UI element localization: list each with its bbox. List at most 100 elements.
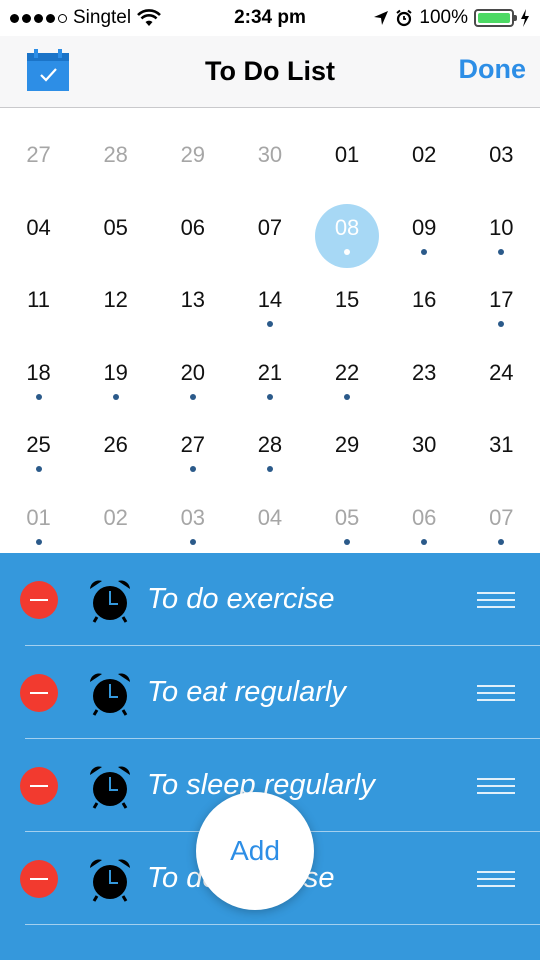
event-indicator-dot (498, 321, 505, 327)
calendar-day[interactable]: 27 (154, 400, 231, 473)
event-indicator-dot (112, 393, 119, 400)
calendar-day[interactable]: 24 (463, 328, 540, 401)
task-row[interactable]: To do exercise (0, 553, 540, 646)
calendar-day[interactable]: 05 (309, 473, 386, 546)
calendar-day-number: 02 (103, 504, 128, 530)
calendar-day[interactable]: 17 (463, 255, 540, 328)
calendar-day[interactable]: 18 (0, 328, 77, 401)
calendar-day[interactable]: 28 (77, 110, 154, 183)
task-row[interactable]: To eat regularly (0, 646, 540, 739)
status-left: Singtel (10, 7, 162, 29)
calendar-day[interactable]: 16 (386, 255, 463, 328)
calendar-day-number: 02 (411, 142, 437, 167)
delete-task-button[interactable] (20, 580, 58, 619)
calendar-day[interactable]: 06 (386, 473, 463, 546)
reorder-handle-icon[interactable] (477, 684, 515, 701)
calendar-day[interactable]: 28 (231, 400, 308, 473)
calendar-day[interactable]: 22 (309, 328, 386, 401)
calendar-day-number: 27 (180, 432, 206, 457)
calendar-day[interactable]: 25 (0, 400, 77, 473)
delete-task-button[interactable] (20, 673, 58, 712)
calendar-day[interactable]: 23 (386, 328, 463, 401)
calendar-day[interactable]: 13 (154, 255, 231, 328)
alarm-clock-icon[interactable] (87, 670, 133, 716)
calendar-day[interactable]: 01 (0, 473, 77, 546)
calendar-day[interactable]: 10 (463, 183, 540, 256)
calendar-day-number: 29 (180, 142, 206, 167)
delete-task-button[interactable] (20, 766, 58, 805)
alarm-clock-icon[interactable] (87, 577, 133, 623)
event-indicator-dot (266, 321, 273, 327)
event-indicator-dot (344, 538, 351, 545)
calendar-day[interactable]: 07 (463, 473, 540, 546)
calendar-day-number: 08 (334, 214, 360, 240)
calendar-day-number: 22 (334, 359, 360, 385)
calendar-day[interactable]: 30 (231, 110, 308, 183)
calendar-day[interactable]: 14 (231, 255, 308, 328)
calendar-grid: 27 28 29 30 01 02 03 04 05 06 07 08 09 10 11 12 13 14 15 16… (0, 110, 540, 553)
calendar-day[interactable]: 21 (231, 328, 308, 401)
calendar-day-number: 07 (489, 504, 514, 530)
calendar-day-number: 05 (103, 214, 128, 240)
alarm-clock-icon[interactable] (87, 763, 133, 809)
calendar-day-number: 05 (334, 504, 360, 530)
alarm-clock-icon[interactable] (87, 856, 133, 902)
calendar-day[interactable]: 30 (386, 400, 463, 473)
calendar-day[interactable]: 19 (77, 328, 154, 401)
calendar-day-number: 30 (411, 432, 437, 457)
event-indicator-dot (266, 466, 273, 472)
calendar-day-number: 06 (180, 214, 206, 240)
calendar-day-number: 14 (257, 287, 283, 312)
calendar-day[interactable]: 02 (386, 110, 463, 183)
calendar-day[interactable]: 03 (463, 110, 540, 183)
calendar-day[interactable]: 01 (309, 110, 386, 183)
calendar-day[interactable]: 04 (231, 473, 308, 546)
event-indicator-dot (189, 393, 196, 400)
calendar-day[interactable]: 27 (0, 110, 77, 183)
calendar-day-number: 24 (489, 359, 514, 385)
calendar-day[interactable]: 26 (77, 400, 154, 473)
calendar-day[interactable]: 05 (77, 183, 154, 256)
calendar-day[interactable]: 03 (154, 473, 231, 546)
calendar-day[interactable]: 07 (231, 183, 308, 256)
calendar-day-number: 25 (26, 432, 51, 457)
calendar-day-number: 01 (334, 142, 360, 167)
event-indicator-dot (35, 538, 42, 545)
calendar-day-number: 23 (411, 359, 437, 385)
reorder-handle-icon[interactable] (477, 777, 515, 794)
task-title[interactable]: To do exercise (147, 583, 335, 616)
alarm-clock-small-icon (396, 9, 413, 27)
delete-task-button[interactable] (20, 859, 58, 898)
calendar-day-number: 10 (489, 214, 514, 240)
calendar-day[interactable]: 31 (463, 400, 540, 473)
charging-bolt-icon (521, 9, 529, 27)
calendar-day-number: 11 (27, 287, 50, 312)
calendar-day[interactable]: 12 (77, 255, 154, 328)
calendar-day[interactable]: 08 (309, 183, 386, 268)
add-button[interactable]: Add (196, 792, 314, 910)
calendar-day-number: 17 (489, 287, 514, 312)
event-indicator-dot (344, 248, 351, 255)
reorder-handle-icon[interactable] (477, 870, 515, 887)
event-indicator-dot (35, 393, 42, 400)
reorder-handle-icon[interactable] (477, 591, 515, 608)
calendar-day[interactable]: 20 (154, 328, 231, 401)
calendar-day-number: 06 (411, 504, 437, 530)
calendar-day-number: 27 (26, 142, 51, 167)
calendar-day[interactable]: 09 (386, 183, 463, 256)
done-button[interactable]: Done (459, 54, 527, 85)
calendar-day[interactable]: 06 (154, 183, 231, 256)
calendar-day[interactable]: 04 (0, 183, 77, 256)
calendar-day-number: 31 (489, 432, 514, 457)
task-title[interactable]: To eat regularly (147, 676, 346, 709)
calendar-day[interactable]: 02 (77, 473, 154, 546)
carrier-name: Singtel (73, 7, 132, 28)
calendar-day[interactable]: 29 (154, 110, 231, 183)
calendar-day-number: 30 (257, 142, 283, 167)
status-bar: Singtel 2:34 pm 100% (0, 0, 540, 36)
calendar-day[interactable]: 11 (0, 255, 77, 328)
calendar-day-number: 15 (334, 287, 360, 312)
calendar-day-number: 12 (103, 287, 128, 312)
calendar-day[interactable]: 29 (309, 400, 386, 473)
calendar-icon[interactable] (26, 48, 70, 92)
